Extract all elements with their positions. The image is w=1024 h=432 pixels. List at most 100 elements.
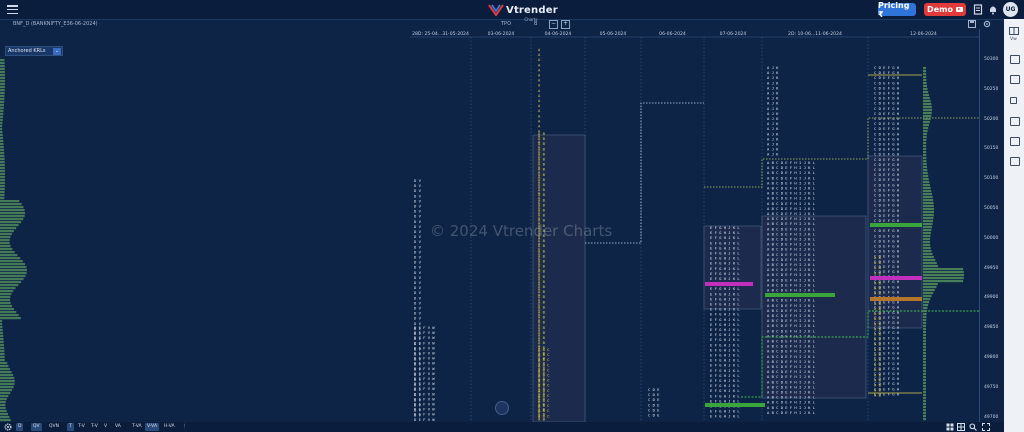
- grid-icon[interactable]: [1010, 117, 1020, 126]
- volume-bar: [0, 74, 5, 77]
- volume-bar: [0, 167, 5, 170]
- volume-bar: [0, 338, 4, 341]
- volume-bar: [923, 211, 934, 214]
- search-icon[interactable]: [969, 423, 977, 431]
- volume-bar: [0, 365, 9, 368]
- layout-icon[interactable]: [1010, 55, 1020, 64]
- volume-bar: [0, 416, 10, 419]
- mode-t-button[interactable]: T: [67, 423, 74, 431]
- tpo-letters: C D E: [648, 413, 660, 418]
- layout-grid-icon[interactable]: [957, 423, 965, 431]
- volume-bar: [0, 149, 4, 152]
- volume-bar: [0, 221, 22, 224]
- volume-bar: [923, 109, 933, 112]
- volume-bar: [923, 283, 938, 286]
- volume-bar: [923, 286, 937, 289]
- volume-bar: [923, 409, 926, 412]
- notification-bell-icon[interactable]: [988, 4, 998, 15]
- volume-bar: [923, 190, 932, 193]
- timeframe-label[interactable]: B: [534, 21, 537, 27]
- volume-bar: [0, 398, 7, 401]
- volume-bar: [0, 128, 3, 131]
- volume-bar: [0, 275, 26, 278]
- list-icon[interactable]: [1010, 75, 1020, 84]
- volume-bar: [0, 80, 5, 83]
- volume-bar: [0, 308, 15, 311]
- gear-icon[interactable]: [4, 423, 12, 431]
- mode-tva-button[interactable]: T-VA: [130, 423, 144, 431]
- volume-bar: [923, 232, 931, 235]
- volume-bar: [923, 328, 927, 331]
- volume-bar: [0, 179, 5, 182]
- volume-bar: [923, 148, 927, 151]
- grid-view-icon[interactable]: [946, 423, 954, 431]
- document-icon[interactable]: [973, 4, 983, 15]
- volume-bar: [923, 217, 934, 220]
- volume-bar: [0, 302, 11, 305]
- fullscreen-icon[interactable]: [982, 423, 990, 431]
- tpo-letters: A B C: [538, 413, 549, 418]
- menu-icon[interactable]: [7, 5, 18, 15]
- volume-bar: [0, 374, 14, 377]
- volume-bar: [923, 358, 926, 361]
- volume-bar: [923, 256, 934, 259]
- volume-bar: [0, 59, 5, 62]
- mode-d-button[interactable]: D: [16, 423, 24, 431]
- settings-icon[interactable]: [983, 20, 991, 28]
- session-date-label: 05-06-2024: [600, 31, 627, 37]
- volume-bar: [923, 220, 934, 223]
- volume-bar: [0, 314, 19, 317]
- mode-v-button[interactable]: V: [102, 423, 109, 431]
- chart-view-icon[interactable]: [1009, 27, 1019, 35]
- reset-view-button[interactable]: [495, 401, 509, 415]
- volume-bar: [0, 230, 14, 233]
- volume-bar: [0, 233, 12, 236]
- demo-button[interactable]: Demo: [924, 3, 966, 16]
- poc-highlight: [870, 223, 922, 227]
- volume-bar: [923, 334, 927, 337]
- mode-vva-button[interactable]: V-VA: [145, 423, 160, 431]
- symbol-label[interactable]: BNF_D (BANKNIFTY_E36-06-2024): [13, 21, 98, 27]
- right-tool-panel: Vw: [1004, 19, 1024, 432]
- shapes-icon[interactable]: [1010, 97, 1017, 104]
- poc-highlight: [870, 297, 922, 301]
- tiles-icon[interactable]: [1010, 157, 1020, 166]
- mode-tv-button[interactable]: T-V: [76, 423, 87, 431]
- volume-bar: [0, 146, 4, 149]
- volume-bar: [0, 242, 10, 245]
- volume-bar: [923, 88, 928, 91]
- volume-bar: [0, 257, 21, 260]
- volume-bar: [923, 106, 932, 109]
- volume-bar: [0, 254, 18, 257]
- mode-qv-button[interactable]: QV: [31, 423, 42, 431]
- volume-bar: [0, 395, 9, 398]
- pricing-button[interactable]: Pricing ₹: [878, 1, 916, 19]
- chart-type-label[interactable]: TPO: [501, 21, 511, 27]
- volume-bar: [0, 299, 11, 302]
- brand-logo[interactable]: Vtrender Charts: [488, 2, 558, 22]
- price-tick-label: 49850: [984, 325, 999, 331]
- volume-bar: [0, 287, 16, 290]
- volume-bar: [0, 197, 5, 200]
- more-options-icon[interactable]: ⋮: [180, 423, 189, 431]
- volume-bar: [923, 127, 929, 130]
- mode-hva-button[interactable]: H-VA: [162, 423, 177, 431]
- volume-bar: [923, 142, 927, 145]
- volume-bar: [923, 388, 926, 391]
- price-axis[interactable]: 50300 50250 50200 50150 50100 50050 50000 49950…: [979, 29, 1005, 422]
- mode-qvn-button[interactable]: QVN: [47, 423, 61, 431]
- volume-bar: [923, 367, 926, 370]
- table-icon[interactable]: [1010, 137, 1020, 146]
- zoom-in-button[interactable]: +: [561, 20, 570, 29]
- volume-bar: [0, 344, 5, 347]
- mode-tv2-button[interactable]: T-V: [89, 423, 100, 431]
- volume-bar: [923, 208, 934, 211]
- volume-bar: [0, 140, 4, 143]
- volume-bar: [923, 214, 934, 217]
- avatar[interactable]: UG: [1003, 2, 1018, 17]
- volume-bar: [923, 187, 931, 190]
- mode-va-button[interactable]: VA: [113, 423, 123, 431]
- save-icon[interactable]: [968, 20, 976, 28]
- zoom-out-button[interactable]: −: [549, 20, 558, 29]
- volume-bar: [0, 248, 13, 251]
